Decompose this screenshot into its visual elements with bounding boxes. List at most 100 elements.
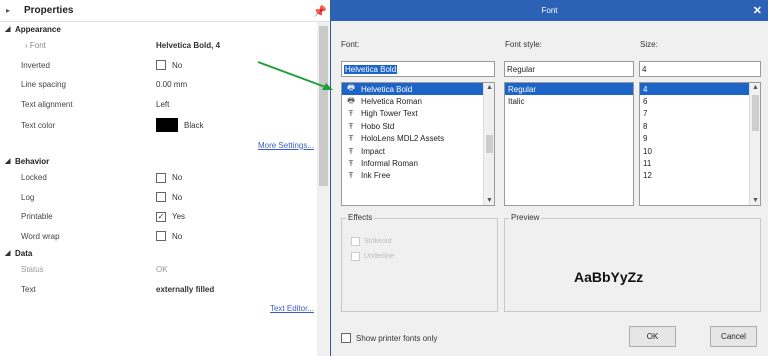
properties-panel: ▸ Properties 📌 ◢ Appearance › Font Helve…: [0, 0, 330, 356]
prop-row-inverted: Inverted No: [0, 56, 330, 76]
font-size-list[interactable]: 4 6 7 8 9 10 11 12 ▲ ▼: [639, 82, 761, 206]
effects-label: Effects: [346, 213, 375, 222]
prop-value-locked: No: [172, 173, 183, 183]
prop-value-text[interactable]: externally filled: [156, 285, 214, 294]
printer-fonts-only-option[interactable]: Show printer fonts only: [341, 333, 437, 343]
prop-value-printable: Yes: [172, 212, 186, 222]
prop-row-font[interactable]: › Font Helvetica Bold, 4: [0, 36, 330, 56]
color-swatch[interactable]: [156, 118, 178, 132]
truetype-icon: Ŧ: [348, 109, 354, 119]
printer-fonts-only-label: Show printer fonts only: [356, 333, 438, 343]
truetype-icon: Ŧ: [348, 146, 354, 156]
scroll-up-icon[interactable]: ▲: [750, 84, 760, 91]
underline-checkbox: [351, 252, 360, 261]
section-behavior[interactable]: ◢ Behavior: [0, 154, 330, 168]
scrollbar-thumb[interactable]: [752, 95, 759, 131]
font-name-input-value: Helvetica Bold: [344, 64, 398, 74]
scroll-down-icon[interactable]: ▼: [750, 197, 760, 204]
locked-checkbox[interactable]: [156, 172, 166, 183]
prop-value-inverted: No: [172, 60, 183, 70]
font-list[interactable]: 🖶 Helvetica Bold 🖶 Helvetica Roman Ŧ High T…: [341, 82, 495, 206]
printable-checkbox[interactable]: ✓: [156, 211, 166, 222]
font-size-input-value: 4: [642, 64, 647, 74]
prop-label-text: Text: [21, 284, 36, 294]
size-label: Size:: [640, 40, 658, 49]
style-list-item[interactable]: Regular: [505, 83, 633, 96]
expanded-icon: ◢: [5, 250, 11, 257]
font-name-input[interactable]: Helvetica Bold: [341, 61, 495, 77]
size-list-item[interactable]: 8: [640, 120, 760, 132]
size-list-item[interactable]: 7: [640, 108, 760, 120]
prop-value-font[interactable]: Helvetica Bold, 4: [156, 41, 220, 50]
size-list-item[interactable]: 12: [640, 170, 760, 182]
text-editor-row: Text Editor...: [0, 299, 330, 317]
font-size-input[interactable]: 4: [639, 61, 761, 77]
font-style-input[interactable]: Regular: [504, 61, 634, 77]
underline-option: Underline: [351, 252, 394, 261]
properties-scrollbar[interactable]: [317, 22, 330, 356]
section-data[interactable]: ◢ Data: [0, 246, 330, 260]
size-list-item[interactable]: 10: [640, 145, 760, 157]
log-checkbox[interactable]: [156, 192, 166, 203]
inverted-checkbox[interactable]: [156, 60, 166, 71]
font-list-item[interactable]: Ŧ Ink Free: [342, 170, 494, 182]
properties-title: Properties: [24, 5, 74, 16]
size-list-item[interactable]: 4: [640, 83, 760, 96]
font-list-item[interactable]: 🖶 Helvetica Bold: [342, 83, 494, 96]
prop-label-printable: Printable: [21, 212, 53, 222]
word-wrap-checkbox[interactable]: [156, 231, 166, 242]
prop-label-text-color: Text color: [21, 120, 56, 130]
dialog-titlebar: Font ✕: [331, 0, 768, 21]
section-appearance-label: Appearance: [15, 24, 61, 34]
prop-label-status: Status: [21, 265, 44, 275]
scrollbar-thumb[interactable]: [486, 135, 493, 153]
size-list-item[interactable]: 11: [640, 157, 760, 169]
more-settings-link[interactable]: More Settings...: [258, 141, 314, 150]
prop-value-line-spacing[interactable]: 0.00 mm: [156, 80, 187, 89]
size-list-item[interactable]: 6: [640, 95, 760, 107]
prop-row-locked: Locked No: [0, 168, 330, 188]
preview-group: [504, 218, 761, 312]
font-list-item[interactable]: Ŧ High Tower Text: [342, 108, 494, 120]
scrollbar-thumb[interactable]: [319, 26, 328, 186]
prop-value-status: OK: [156, 265, 168, 275]
text-editor-link[interactable]: Text Editor...: [270, 304, 314, 313]
scroll-up-icon[interactable]: ▲: [484, 84, 494, 91]
scroll-down-icon[interactable]: ▼: [484, 197, 494, 204]
prop-value-text-alignment[interactable]: Left: [156, 100, 169, 109]
close-icon[interactable]: ✕: [753, 4, 762, 17]
truetype-icon: Ŧ: [348, 171, 354, 181]
pin-icon[interactable]: 📌: [313, 5, 327, 18]
size-list-item[interactable]: 9: [640, 133, 760, 145]
prop-label-text-alignment: Text alignment: [21, 99, 73, 109]
ok-button[interactable]: OK: [629, 326, 676, 347]
font-style-list[interactable]: Regular Italic: [504, 82, 634, 206]
font-list-item[interactable]: 🖶 Helvetica Roman: [342, 95, 494, 107]
prop-value-word-wrap: No: [172, 231, 183, 241]
prop-row-text-alignment: Text alignment Left: [0, 95, 330, 115]
printer-icon: 🖶: [347, 95, 355, 105]
prop-label-word-wrap: Word wrap: [21, 231, 60, 241]
truetype-icon: Ŧ: [348, 121, 354, 131]
truetype-icon: Ŧ: [348, 134, 354, 144]
prop-label-inverted: Inverted: [21, 60, 50, 70]
prop-value-text-color: Black: [184, 120, 204, 130]
font-list-item[interactable]: Ŧ Informal Roman: [342, 157, 494, 169]
prop-label-line-spacing: Line spacing: [21, 80, 66, 90]
font-list-item[interactable]: Ŧ HoloLens MDL2 Assets: [342, 133, 494, 145]
font-list-scrollbar[interactable]: ▲ ▼: [483, 83, 494, 205]
style-list-item[interactable]: Italic: [505, 95, 633, 107]
printer-fonts-only-checkbox[interactable]: [341, 333, 351, 343]
truetype-icon: Ŧ: [348, 159, 354, 169]
more-settings-row: More Settings...: [0, 136, 330, 154]
font-list-item[interactable]: Ŧ Hobo Std: [342, 120, 494, 132]
strikeout-option: Strikeout: [351, 237, 392, 246]
size-list-scrollbar[interactable]: ▲ ▼: [749, 83, 760, 205]
prop-label-log: Log: [21, 192, 35, 202]
font-list-item[interactable]: Ŧ Impact: [342, 145, 494, 157]
cancel-button[interactable]: Cancel: [710, 326, 757, 347]
prop-row-text: Text externally filled: [0, 280, 330, 300]
section-appearance[interactable]: ◢ Appearance: [0, 22, 330, 36]
font-style-label: Font style:: [505, 40, 542, 49]
collapse-properties-icon[interactable]: ▸: [6, 6, 16, 15]
